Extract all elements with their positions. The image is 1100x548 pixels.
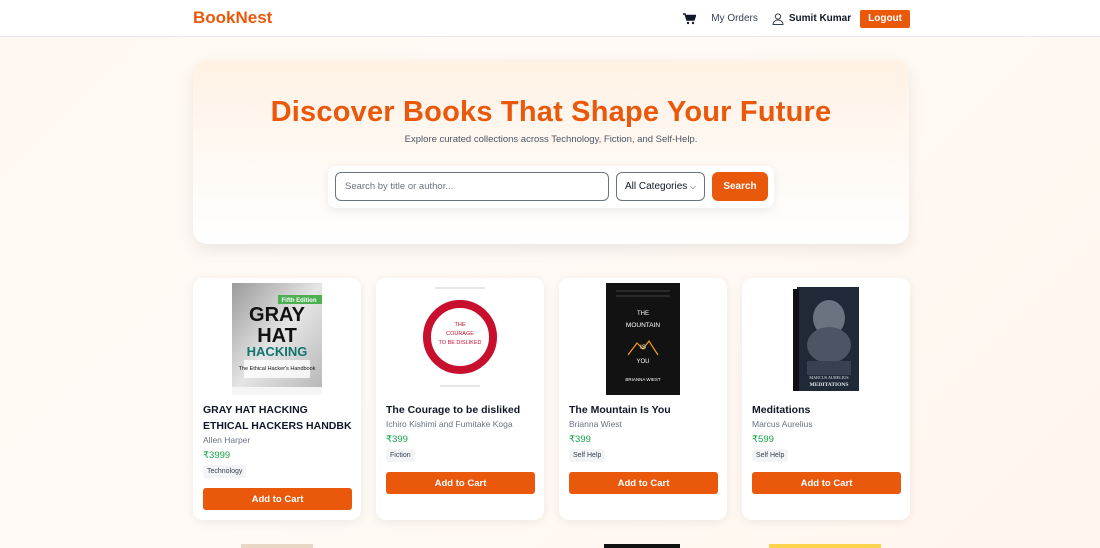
- book-cover-image: THE MOUNTAIN IS YOU BRIANNA WIEST: [606, 283, 680, 395]
- category-badge: Technology: [203, 465, 247, 478]
- hero-subtitle: Explore curated collections across Techn…: [404, 134, 698, 145]
- svg-text:THE: THE: [637, 311, 649, 317]
- book-card[interactable]: Fifth Edition GRAY HAT HACKING The Ethic…: [193, 278, 361, 520]
- brand-logo[interactable]: BookNest: [193, 8, 272, 28]
- search-bar: All Categories ⌵ Search: [328, 166, 774, 208]
- user-name: Sumit Kumar: [788, 13, 852, 24]
- book-cover-image: THE COURAGE TO BE DISLIKED: [415, 283, 505, 395]
- svg-text:MOUNTAIN: MOUNTAIN: [626, 322, 660, 329]
- book-price: ₹3999: [203, 450, 231, 461]
- category-selected-value: All Categories: [625, 181, 688, 192]
- chevron-down-icon: ⌵: [689, 181, 696, 191]
- navbar: BookNest My Orders Sumit Kumar Logout: [0, 0, 1100, 37]
- book-author: Marcus Aurelius: [752, 419, 813, 429]
- book-cover[interactable]: THE MOUNTAIN IS YOU BRIANNA WIEST: [559, 283, 727, 395]
- hero-section: Discover Books That Shape Your Future Ex…: [193, 60, 909, 244]
- svg-text:YOU: YOU: [636, 359, 649, 365]
- category-select[interactable]: All Categories ⌵: [616, 172, 705, 201]
- book-card[interactable]: THE MOUNTAIN IS YOU BRIANNA WIEST The Mo…: [559, 278, 727, 520]
- hero-title: Discover Books That Shape Your Future: [270, 96, 832, 128]
- add-to-cart-button[interactable]: Add to Cart: [386, 472, 535, 494]
- cart-icon[interactable]: [683, 12, 697, 26]
- svg-text:GRAY: GRAY: [249, 304, 306, 326]
- book-cover-image: MARCUS AURELIUS MEDITATIONS: [793, 287, 859, 391]
- book-price: ₹399: [569, 434, 591, 445]
- book-cover[interactable]: THE COURAGE TO BE DISLIKED: [376, 283, 544, 395]
- next-row-cover: [241, 544, 313, 548]
- book-author: Ichiro Kishimi and Fumitake Koga: [386, 419, 513, 429]
- book-price: ₹399: [386, 434, 408, 445]
- svg-text:MEDITATIONS: MEDITATIONS: [810, 382, 849, 388]
- svg-text:IS: IS: [640, 345, 646, 351]
- svg-text:The Ethical Hacker's Handbook: The Ethical Hacker's Handbook: [239, 366, 316, 372]
- next-row-cover: [769, 544, 881, 548]
- search-input[interactable]: [335, 172, 609, 201]
- user-icon: [772, 12, 784, 25]
- book-card[interactable]: MARCUS AURELIUS MEDITATIONS Meditations …: [742, 278, 910, 520]
- category-badge: Self Help: [752, 449, 789, 462]
- add-to-cart-button[interactable]: Add to Cart: [569, 472, 718, 494]
- book-author: Brianna Wiest: [569, 419, 622, 429]
- next-row-cover: [604, 544, 680, 548]
- svg-text:THE: THE: [455, 322, 466, 328]
- book-cover[interactable]: Fifth Edition GRAY HAT HACKING The Ethic…: [193, 283, 361, 395]
- book-price: ₹599: [752, 434, 774, 445]
- book-title[interactable]: The Mountain Is You: [569, 402, 721, 418]
- user-menu[interactable]: Sumit Kumar: [772, 12, 852, 25]
- nav-actions: My Orders Sumit Kumar Logout: [683, 0, 910, 37]
- svg-text:HACKING: HACKING: [247, 344, 308, 359]
- svg-text:TO BE DISLIKED: TO BE DISLIKED: [439, 340, 482, 346]
- category-badge: Self Help: [569, 449, 606, 462]
- svg-text:COURAGE: COURAGE: [446, 331, 474, 337]
- book-title[interactable]: The Courage to be disliked: [386, 402, 538, 418]
- book-author: Allen Harper: [203, 435, 251, 445]
- book-title[interactable]: GRAY HAT HACKING ETHICAL HACKERS HANDBK: [203, 402, 355, 434]
- book-cover[interactable]: MARCUS AURELIUS MEDITATIONS: [742, 283, 910, 395]
- my-orders-link[interactable]: My Orders: [711, 13, 758, 24]
- svg-text:BRIANNA WIEST: BRIANNA WIEST: [625, 377, 661, 382]
- logout-button[interactable]: Logout: [860, 9, 910, 28]
- svg-text:MARCUS AURELIUS: MARCUS AURELIUS: [809, 375, 849, 380]
- search-button[interactable]: Search: [712, 172, 768, 201]
- add-to-cart-button[interactable]: Add to Cart: [752, 472, 901, 494]
- book-title[interactable]: Meditations: [752, 402, 904, 418]
- add-to-cart-button[interactable]: Add to Cart: [203, 488, 352, 510]
- book-cover-image: Fifth Edition GRAY HAT HACKING The Ethic…: [232, 283, 322, 395]
- category-badge: Fiction: [386, 449, 415, 462]
- book-card[interactable]: THE COURAGE TO BE DISLIKED The Courage t…: [376, 278, 544, 520]
